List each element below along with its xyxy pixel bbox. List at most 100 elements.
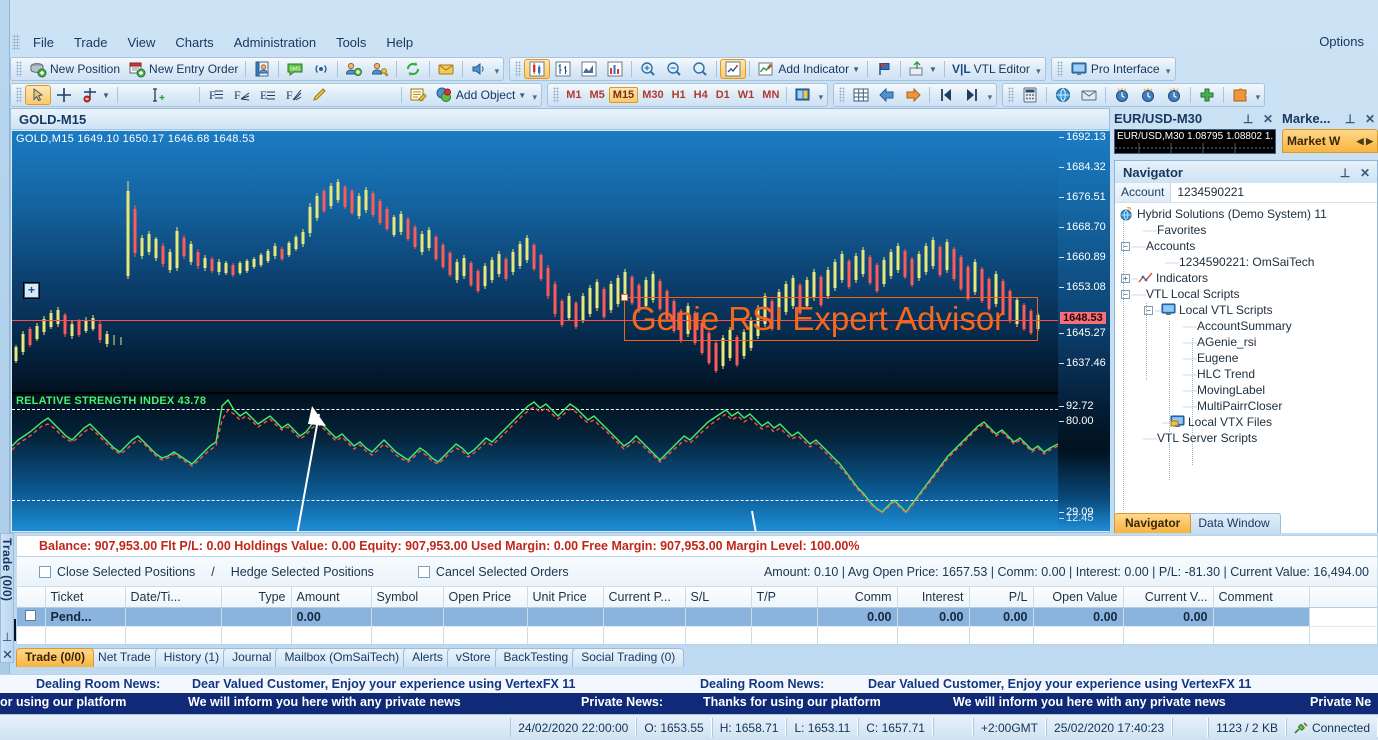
toolbar-grip-icon[interactable] xyxy=(839,87,846,103)
tree-item-vtl-server-scripts[interactable]: VTL Server Scripts xyxy=(1117,430,1377,446)
chevron-down-icon[interactable]: ▼ xyxy=(518,91,526,100)
fibonacci-arc-button[interactable]: F xyxy=(281,85,307,105)
tab-history[interactable]: History (1) xyxy=(154,648,229,667)
toolbar-grip-icon[interactable] xyxy=(1008,87,1015,103)
zoom-out-button[interactable] xyxy=(661,59,687,79)
tab-alerts[interactable]: Alerts xyxy=(403,648,452,667)
tab-vstore[interactable]: vStore xyxy=(446,648,500,667)
menu-item-administration[interactable]: Administration xyxy=(224,32,326,53)
menu-item-view[interactable]: View xyxy=(117,32,165,53)
clock-3-button[interactable] xyxy=(1161,85,1187,105)
cursor-button[interactable] xyxy=(25,85,51,105)
header-ticket[interactable]: Ticket xyxy=(45,587,126,608)
globe-button[interactable] xyxy=(1050,85,1076,105)
notes-button[interactable] xyxy=(405,85,431,105)
header-pl[interactable]: P/L xyxy=(969,587,1034,608)
toolbar-grip-icon[interactable] xyxy=(16,61,22,77)
skip-first-button[interactable] xyxy=(933,85,959,105)
toolbar-overflow-icon[interactable]: ▾ xyxy=(816,86,825,104)
toolbar-grip-icon[interactable] xyxy=(16,87,22,103)
user-key-button[interactable] xyxy=(367,59,393,79)
chevron-down-icon[interactable]: ▼ xyxy=(929,65,937,74)
tree-item-agenie-rsi[interactable]: AGenie_rsi xyxy=(1117,334,1377,350)
tree-item-multipairrcloser[interactable]: MultiPairrCloser xyxy=(1117,398,1377,414)
panel-close-icon[interactable]: ✕ xyxy=(2,647,13,663)
flag-button[interactable] xyxy=(871,59,897,79)
tree-item-indicators[interactable]: + Indicators xyxy=(1117,270,1377,286)
navigator-tree[interactable]: Hybrid Solutions (Demo System) 11 Favori… xyxy=(1115,203,1377,533)
close-icon[interactable]: ✕ xyxy=(1362,112,1378,126)
timeframe-m1[interactable]: M1 xyxy=(562,87,585,103)
speaker-button[interactable] xyxy=(466,59,492,79)
zoom-in-button[interactable] xyxy=(635,59,661,79)
new-entry-order-button[interactable]: New Entry Order xyxy=(124,59,242,79)
tree-item-accounts[interactable]: − Accounts xyxy=(1117,238,1377,254)
header-comment[interactable]: Comment xyxy=(1213,587,1310,608)
hedge-selected-positions-label[interactable]: Hedge Selected Positions xyxy=(231,565,374,579)
dealing-room-news-ticker[interactable]: Dealing Room News: Dear Valued Customer,… xyxy=(0,674,1378,693)
tree-item-hlc-trend[interactable]: HLC Trend xyxy=(1117,366,1377,382)
chevron-down-icon[interactable]: ▼ xyxy=(102,91,110,100)
timeframe-d1[interactable]: D1 xyxy=(712,87,734,103)
tree-item-movinglabel[interactable]: MovingLabel xyxy=(1117,382,1377,398)
vtl-editor-button[interactable]: V|L VTL Editor xyxy=(948,59,1034,79)
price-axis[interactable]: 1692.13 1684.32 1676.51 1668.70 1660.89 … xyxy=(1058,131,1110,531)
pin-icon[interactable]: ⊥ xyxy=(1337,166,1353,180)
header-open-value[interactable]: Open Value xyxy=(1033,587,1124,608)
header-comm[interactable]: Comm xyxy=(817,587,898,608)
zoom-reset-button[interactable] xyxy=(687,59,713,79)
area-chart-button[interactable] xyxy=(576,59,602,79)
tab-social-trading[interactable]: Social Trading (0) xyxy=(572,648,685,667)
pencil-button[interactable] xyxy=(307,85,333,105)
add-button[interactable] xyxy=(1194,85,1220,105)
elliott-wave-button[interactable]: E xyxy=(255,85,281,105)
tab-journal[interactable]: Journal xyxy=(223,648,281,667)
close-icon[interactable]: ✕ xyxy=(1357,166,1373,180)
vertical-line-button[interactable] xyxy=(145,85,171,105)
table-row[interactable]: Pend... 0.00 0.00 0.00 0.00 0.00 0.00 xyxy=(17,607,1377,627)
clock-2-button[interactable] xyxy=(1135,85,1161,105)
add-object-button[interactable]: Add Object ▼ xyxy=(431,85,530,105)
sms-button[interactable]: SMS xyxy=(282,59,308,79)
options-button[interactable]: Options xyxy=(1319,34,1364,49)
header-amount[interactable]: Amount xyxy=(291,587,372,608)
tab-scroll-arrows-icon[interactable]: ◀ ▶ xyxy=(1357,136,1373,147)
panel-pin-icon[interactable]: ⊥ xyxy=(2,630,12,644)
market-watch-tab[interactable]: Market W ◀ ▶ xyxy=(1282,129,1378,153)
chart-canvas[interactable]: GOLD,M15 1649.10 1650.17 1646.68 1648.53… xyxy=(12,131,1058,531)
menu-item-file[interactable]: File xyxy=(23,32,64,53)
account-value[interactable]: 1234590221 xyxy=(1171,183,1377,202)
tree-item-favorites[interactable]: Favorites xyxy=(1117,222,1377,238)
toolbar-grip-icon[interactable] xyxy=(515,61,522,77)
toolbar-overflow-icon[interactable]: ▾ xyxy=(1253,86,1262,104)
tree-item-local-vtx-files[interactable]: Local VTX Files xyxy=(1117,414,1377,430)
header-type[interactable]: Type xyxy=(221,587,292,608)
pro-interface-button[interactable]: Pro Interface xyxy=(1066,59,1164,79)
delete-line-button[interactable]: ▼ xyxy=(77,85,114,105)
pin-icon[interactable]: ⊥ xyxy=(1240,112,1256,126)
tab-net-trade[interactable]: Net Trade xyxy=(89,648,160,667)
refresh-button[interactable] xyxy=(400,59,426,79)
skip-last-button[interactable] xyxy=(959,85,985,105)
timeframe-w1[interactable]: W1 xyxy=(734,87,759,103)
tab-trade[interactable]: Trade (0/0) xyxy=(16,648,95,667)
header-symbol[interactable]: Symbol xyxy=(371,587,444,608)
mail-button[interactable] xyxy=(433,59,459,79)
fibonacci-retracement-button[interactable]: F xyxy=(203,85,229,105)
header-date[interactable]: Date/Ti... xyxy=(125,587,222,608)
table-row-empty[interactable] xyxy=(17,626,1377,644)
annotation-handle[interactable] xyxy=(621,294,628,301)
timeframe-m15[interactable]: M15 xyxy=(608,87,639,103)
tree-item-eugene[interactable]: Eugene xyxy=(1117,350,1377,366)
clock-1-button[interactable] xyxy=(1109,85,1135,105)
toolbar-overflow-icon[interactable]: ▾ xyxy=(530,86,539,104)
tree-item-local-vtl-scripts[interactable]: − Local VTL Scripts xyxy=(1117,302,1377,318)
toolbar-grip-icon[interactable] xyxy=(1056,61,1063,77)
menu-item-help[interactable]: Help xyxy=(376,32,423,53)
positions-grid[interactable]: Ticket Date/Ti... Type Amount Symbol Ope… xyxy=(16,587,1378,645)
pin-icon[interactable]: ⊥ xyxy=(1342,112,1358,126)
toolbar-grip-icon[interactable] xyxy=(553,87,560,103)
toolbar-overflow-icon[interactable]: ▾ xyxy=(1164,60,1173,78)
broadcast-button[interactable] xyxy=(308,59,334,79)
header-sl[interactable]: S/L xyxy=(685,587,752,608)
